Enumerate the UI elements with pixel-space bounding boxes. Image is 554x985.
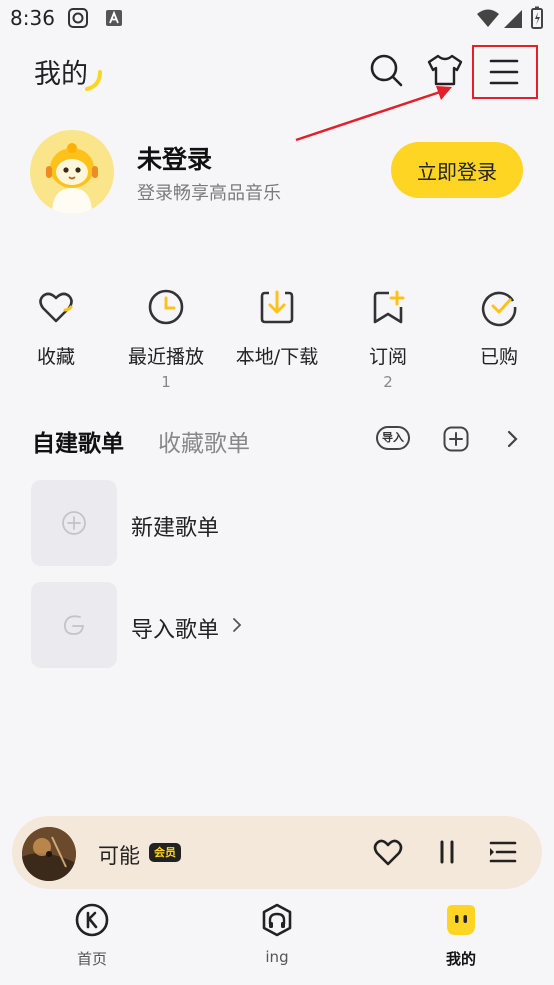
chevron-right-icon[interactable] [503, 429, 521, 449]
quick-action-label: 最近播放 [127, 346, 204, 368]
import-arrow-icon [64, 615, 85, 635]
nav-home[interactable]: 首页 [42, 902, 142, 969]
profile-subtitle: 登录畅享高品音乐 [137, 183, 281, 204]
quick-action-count: 1 [161, 373, 171, 391]
quick-action-label: 本地/下载 [235, 346, 319, 368]
headphones-icon [262, 903, 292, 937]
nav-label: 首页 [76, 950, 107, 968]
quick-action-recent[interactable]: 最近播放 1 [111, 287, 221, 391]
quick-action-label: 收藏 [36, 346, 75, 368]
quick-action-subscribe[interactable]: 订阅 2 [333, 287, 443, 391]
plus-circle-icon [62, 511, 86, 535]
tab-favorite-playlists[interactable]: 收藏歌单 [158, 424, 250, 458]
tab-created-playlists[interactable]: 自建歌单 [32, 424, 124, 458]
menu-icon[interactable] [485, 52, 525, 92]
vip-badge: 会员 [149, 843, 181, 862]
bookmark-add-icon [373, 290, 405, 324]
nav-label: 我的 [445, 950, 476, 968]
title-accent-mark [85, 70, 102, 91]
album-art-icon [22, 827, 76, 881]
quick-action-label: 订阅 [368, 346, 407, 368]
quick-action-purchased[interactable]: 已购 [444, 287, 554, 373]
status-bar: 8:36 [0, 0, 554, 36]
new-playlist-thumb[interactable] [31, 480, 117, 566]
avatar[interactable] [30, 130, 114, 214]
home-k-icon [75, 903, 109, 937]
clock-icon [148, 289, 184, 325]
quick-action-local[interactable]: 本地/下载 [222, 287, 332, 373]
text-notification-icon [106, 10, 122, 26]
page-title: 我的 [34, 59, 88, 90]
app-notification-icon [68, 8, 88, 28]
mine-face-icon [447, 905, 475, 935]
login-button[interactable]: 立即登录 [391, 142, 523, 198]
playlist-queue-icon[interactable] [488, 838, 518, 866]
profile-name: 未登录 [137, 145, 213, 174]
download-icon [260, 290, 294, 324]
status-time: 8:36 [10, 6, 55, 30]
check-circle-icon [481, 291, 517, 327]
import-playlist-label[interactable]: 导入歌单 [131, 612, 219, 644]
nav-label: ing [265, 948, 289, 966]
now-playing-title: 可能 [98, 844, 140, 868]
nav-mine[interactable]: 我的 [411, 902, 511, 969]
nav-ing[interactable]: ing [227, 902, 327, 966]
wifi-icon [477, 9, 499, 27]
pause-icon[interactable] [434, 838, 460, 866]
import-playlist-thumb[interactable] [31, 582, 117, 668]
new-playlist-label[interactable]: 新建歌单 [131, 510, 219, 542]
quick-action-label: 已购 [479, 346, 518, 368]
quick-action-favorites[interactable]: 收藏 [1, 287, 111, 373]
mascot-icon [30, 130, 114, 214]
battery-icon [531, 6, 543, 29]
album-cover[interactable] [22, 827, 76, 881]
heart-icon[interactable] [372, 836, 404, 868]
signal-icon [504, 10, 522, 28]
import-chip-button[interactable]: 导入 [376, 426, 410, 450]
heart-icon [39, 292, 73, 323]
quick-action-count: 2 [383, 373, 393, 391]
chevron-right-icon[interactable] [231, 616, 243, 634]
add-playlist-icon[interactable] [443, 426, 469, 452]
annotation-arrow [295, 86, 452, 142]
mini-player[interactable] [12, 816, 542, 889]
